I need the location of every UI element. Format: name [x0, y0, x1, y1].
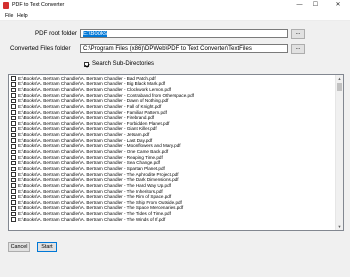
file-checkbox[interactable] [11, 98, 16, 104]
file-checkbox[interactable] [11, 177, 16, 183]
file-checkbox[interactable] [11, 194, 16, 200]
file-checkbox[interactable] [11, 93, 16, 98]
file-checkbox[interactable] [11, 172, 16, 177]
cancel-button[interactable]: Cancel [8, 242, 30, 252]
scroll-down-icon[interactable]: ▼ [336, 223, 343, 230]
file-checkbox[interactable] [11, 121, 16, 126]
pdf-root-value: E:\Books [83, 31, 108, 37]
pdf-root-label: PDF root folder [35, 30, 77, 37]
maximize-button[interactable]: ☐ [308, 0, 323, 11]
file-checkbox[interactable] [11, 160, 16, 166]
close-button[interactable]: ✕ [326, 0, 350, 11]
file-checkbox[interactable] [11, 87, 16, 93]
file-checkbox[interactable] [11, 183, 16, 189]
file-checkbox[interactable] [11, 206, 16, 211]
window-title: PDF to Text Converter [12, 2, 65, 8]
menu-file[interactable]: File [5, 13, 13, 19]
file-checkbox[interactable] [11, 115, 16, 121]
list-item[interactable]: E:\Books\A. Bertram Chandler\A. Bertram … [9, 217, 337, 223]
scroll-thumb[interactable] [337, 83, 342, 91]
search-subdirs-checkbox[interactable] [84, 62, 89, 67]
pdf-root-input[interactable]: E:\Books [80, 29, 288, 38]
file-checkbox[interactable] [11, 76, 16, 81]
start-button[interactable]: Start [37, 242, 57, 252]
file-checkbox[interactable] [11, 104, 16, 110]
converted-folder-label: Converted Files folder [10, 45, 71, 52]
file-checkbox[interactable] [11, 211, 16, 217]
minimize-button[interactable]: — [292, 0, 307, 11]
converted-folder-browse-button[interactable]: ... [291, 44, 305, 54]
file-checkbox[interactable] [11, 127, 16, 132]
file-list[interactable]: E:\Books\A. Bertram Chandler\A. Bertram … [8, 74, 344, 231]
pdf-app-icon [3, 2, 9, 9]
file-checkbox[interactable] [11, 110, 16, 115]
file-checkbox[interactable] [11, 81, 16, 87]
file-checkbox[interactable] [11, 132, 16, 138]
file-checkbox[interactable] [11, 149, 16, 155]
menu-bar: File Help [0, 11, 350, 21]
file-checkbox[interactable] [11, 217, 16, 222]
file-checkbox[interactable] [11, 166, 16, 172]
file-path: E:\Books\A. Bertram Chandler\A. Bertram … [18, 216, 166, 222]
file-checkbox[interactable] [11, 143, 16, 149]
menu-help[interactable]: Help [17, 13, 28, 19]
scroll-up-icon[interactable]: ▲ [336, 75, 343, 82]
pdf-root-browse-button[interactable]: ... [291, 29, 305, 39]
file-checkbox[interactable] [11, 155, 16, 160]
converted-folder-input[interactable]: C:\Program Files (x86)\DPWeb\PDF to Text… [80, 44, 288, 53]
file-list-scrollbar[interactable]: ▲ ▼ [335, 75, 343, 230]
footer-bar [0, 262, 350, 277]
file-checkbox[interactable] [11, 189, 16, 194]
search-subdirs-label: Search Sub-Directories [92, 61, 155, 67]
file-checkbox[interactable] [11, 200, 16, 205]
file-checkbox[interactable] [11, 138, 16, 143]
